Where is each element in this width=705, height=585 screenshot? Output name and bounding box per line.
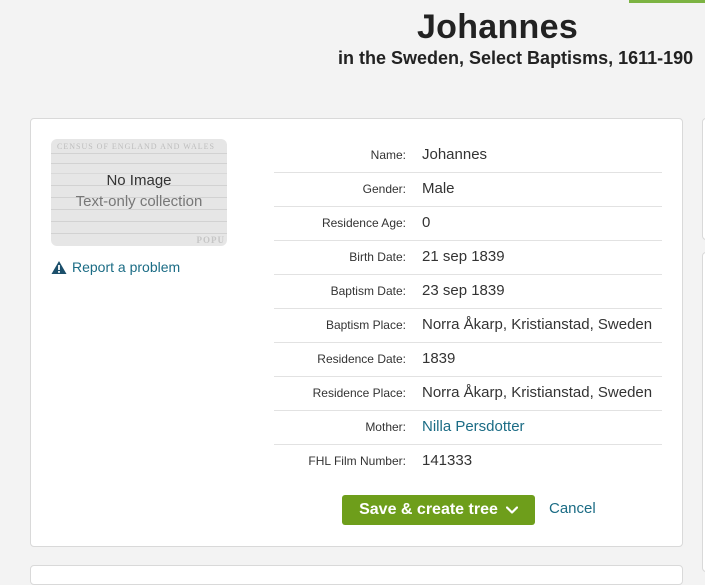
fact-label: Mother: (274, 410, 422, 445)
fact-label: FHL Film Number: (308, 454, 406, 468)
fact-value: 23 sep 1839 (422, 274, 662, 309)
next-card (30, 565, 683, 585)
record-thumbnail: CENSUS OF ENGLAND AND WALES POPU No Imag… (51, 139, 227, 246)
thumbnail-doc-header: CENSUS OF ENGLAND AND WALES (57, 142, 215, 151)
fact-value: 1839 (422, 342, 662, 377)
fact-row-residence-place: Residence Place: Norra Åkarp, Kristianst… (274, 376, 662, 411)
fact-value: Norra Åkarp, Kristianstad, Sweden (422, 308, 662, 343)
fact-label: Gender: (274, 172, 422, 207)
fact-label: Name: (274, 139, 422, 173)
mother-link[interactable]: Nilla Persdotter (422, 410, 662, 445)
report-problem-link[interactable]: Report a problem (51, 259, 180, 275)
fact-value: 0 (422, 206, 662, 241)
fact-row-name: Name: Johannes (274, 139, 662, 173)
report-problem-label: Report a problem (72, 259, 181, 275)
no-image-label: No Image (106, 172, 172, 189)
fact-row-baptism-place: Baptism Place: Norra Åkarp, Kristianstad… (274, 308, 662, 343)
fact-row-mother: Mother: Nilla Persdotter (274, 410, 662, 445)
text-only-label: Text-only collection (75, 193, 203, 210)
fact-row-residence-age: Residence Age: 0 (274, 206, 662, 241)
chevron-down-icon (505, 506, 518, 514)
fact-label: Baptism Place: (274, 308, 422, 343)
fact-row-baptism-date: Baptism Date: 23 sep 1839 (274, 274, 662, 309)
thumbnail-doc-footer: POPU (196, 235, 225, 245)
page-subtitle: in the Sweden, Select Baptisms, 1611-190 (338, 48, 694, 68)
fact-label: Residence Date: (274, 342, 422, 377)
warning-icon (51, 260, 67, 274)
fact-value: Norra Åkarp, Kristianstad, Sweden (422, 376, 662, 411)
fact-value: Johannes (422, 139, 662, 173)
save-create-tree-button[interactable]: Save & create tree (342, 495, 535, 525)
fact-row-gender: Gender: Male (274, 172, 662, 207)
page-title: Johannes (416, 8, 579, 46)
save-button-label: Save & create tree (359, 501, 498, 518)
fact-label: Baptism Date: (274, 274, 422, 309)
fact-row-residence-date: Residence Date: 1839 (274, 342, 662, 377)
fact-label: Residence Place: (274, 376, 422, 411)
fact-row-fhl-film-number: FHL Film Number: 141333 (274, 445, 662, 479)
fact-row-birth-date: Birth Date: 21 sep 1839 (274, 240, 662, 275)
record-facts-table: Name: Johannes Gender: Male Residence Ag… (274, 139, 662, 478)
fact-value: 141333 (422, 452, 473, 469)
fact-label: Birth Date: (274, 240, 422, 275)
cancel-link[interactable]: Cancel (549, 500, 596, 517)
fact-value: Male (422, 172, 662, 207)
record-card: CENSUS OF ENGLAND AND WALES POPU No Imag… (30, 118, 683, 547)
fact-label: Residence Age: (274, 206, 422, 241)
fact-value: 21 sep 1839 (422, 240, 662, 275)
top-accent-bar (629, 0, 705, 3)
